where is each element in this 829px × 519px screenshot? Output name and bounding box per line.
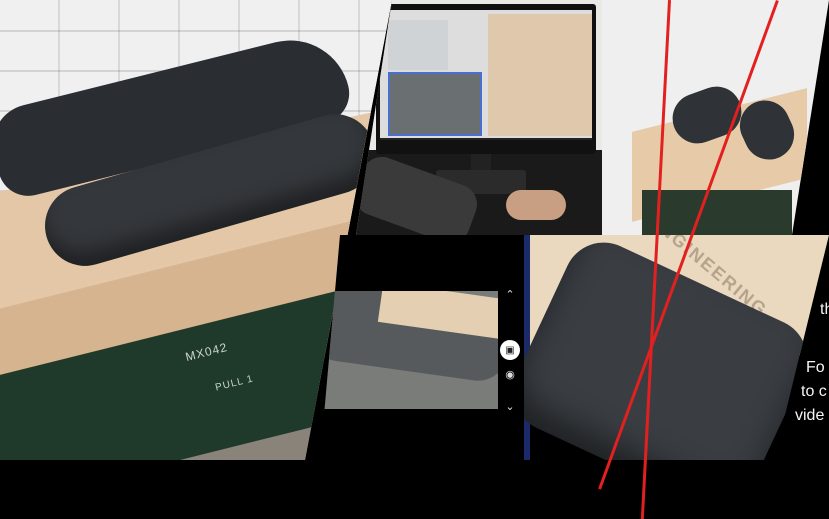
side-text-line: vide [795,407,825,424]
side-text-line: to c [801,383,827,400]
camera-record-icon[interactable]: ▣ [500,340,520,360]
closeup-photo-panel: ENGINEERING [524,235,829,460]
webcam-feed [388,20,448,70]
chevron-up-icon[interactable]: ⌃ [502,286,518,302]
monitor [376,4,596,154]
chevron-down-icon[interactable]: ⌄ [502,398,518,414]
camera-preview [320,291,498,409]
machine-base [642,190,792,235]
camera-icon[interactable]: ◉ [502,366,518,382]
person-hand [506,190,566,220]
taskbar [380,138,592,140]
workstation-photo-panel [356,0,602,235]
camera-feed [388,72,482,136]
monitor-screen [380,10,592,140]
closeup-feed [488,14,592,136]
side-text-line: th [820,301,829,318]
side-text-line: Fo [806,359,825,376]
part-on-mold-panel [602,0,829,235]
camera-view-panel [320,235,524,460]
